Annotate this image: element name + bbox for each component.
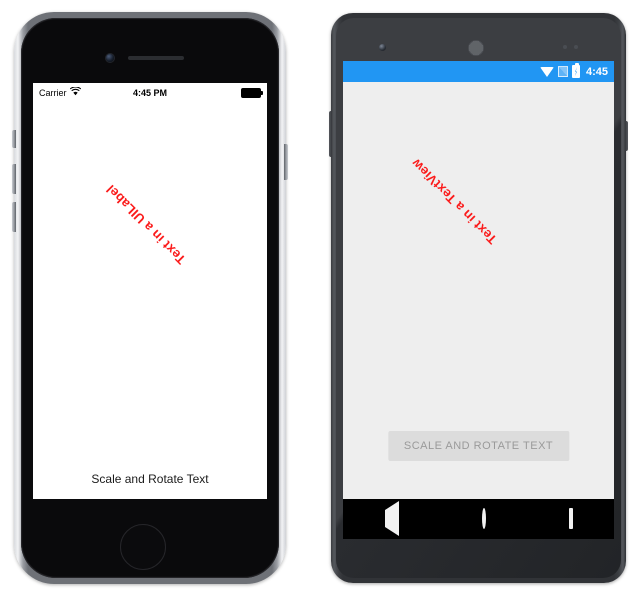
iphone-volume-up-button[interactable] (12, 164, 16, 194)
android-power-button[interactable] (625, 121, 628, 151)
recents-button[interactable] (568, 508, 573, 529)
ios-status-right (241, 87, 263, 98)
signal-icon (557, 66, 568, 77)
ios-rotated-label: Text in a UILabel (103, 181, 189, 268)
ios-status-bar: Carrier 4:45 PM (33, 83, 267, 102)
back-button[interactable] (384, 501, 399, 536)
earpiece-speaker-icon (468, 40, 484, 56)
iphone-power-button[interactable] (284, 144, 288, 180)
android-volume-button[interactable] (329, 111, 332, 157)
front-camera-icon (379, 44, 386, 51)
iphone-volume-down-button[interactable] (12, 202, 16, 232)
android-scale-rotate-button[interactable]: SCALE AND ROTATE TEXT (387, 431, 570, 461)
android-clock: 4:45 (585, 65, 608, 78)
battery-icon (241, 87, 263, 98)
battery-charging-icon (571, 63, 580, 78)
android-status-bar: 4:45 (343, 61, 614, 82)
iphone-device: Carrier 4:45 PM Text in a UILabel Scale … (12, 12, 288, 584)
android-rotated-textview: Text in a TextView (408, 155, 500, 248)
android-device: 4:45 Text in a TextView SCALE AND ROTATE… (329, 13, 628, 583)
front-camera-icon (106, 54, 114, 62)
ambient-light-sensor-icon (574, 45, 578, 49)
android-screen: 4:45 Text in a TextView SCALE AND ROTATE… (343, 61, 614, 539)
wifi-icon (539, 66, 554, 77)
android-navigation-bar (343, 499, 614, 539)
android-app-content: Text in a TextView SCALE AND ROTATE TEXT (343, 82, 614, 499)
ios-scale-rotate-button[interactable]: Scale and Rotate Text (33, 471, 267, 487)
proximity-sensor-icon (563, 45, 567, 49)
iphone-home-button[interactable] (120, 524, 166, 570)
ios-app-content: Text in a UILabel Scale and Rotate Text (33, 102, 267, 499)
earpiece-speaker-icon (128, 56, 184, 60)
home-button[interactable] (481, 508, 486, 529)
iphone-screen: Carrier 4:45 PM Text in a UILabel Scale … (33, 83, 267, 499)
ios-clock: 4:45 PM (132, 87, 167, 98)
iphone-mute-switch[interactable] (12, 130, 16, 148)
